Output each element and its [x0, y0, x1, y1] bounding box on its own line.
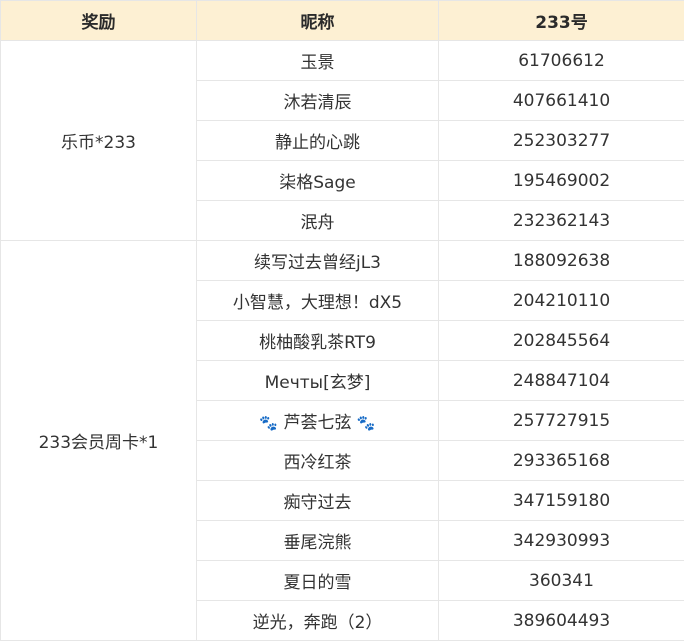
reward-cell: 乐币*233 [0, 40, 197, 241]
id-cell: 389604493 [438, 600, 684, 641]
id-cell: 202845564 [438, 320, 684, 361]
nickname-cell: 痴守过去 [196, 480, 439, 521]
id-cell: 257727915 [438, 400, 684, 441]
nickname-cell: 桃柚酸乳茶RT9 [196, 320, 439, 361]
header-nickname: 昵称 [196, 0, 439, 41]
id-cell: 188092638 [438, 240, 684, 281]
nickname-cell: 玉景 [196, 40, 439, 81]
paw-prints-icon: 🐾 [356, 414, 376, 432]
nickname-cell: 夏日的雪 [196, 560, 439, 601]
nickname-cell: Мечты[玄梦] [196, 360, 439, 401]
table-row: 乐币*233 玉景 61706612 [0, 40, 684, 241]
nickname-cell: 逆光，奔跑（2） [196, 600, 439, 641]
id-cell: 360341 [438, 560, 684, 601]
nickname-cell: 🐾 芦荟七弦 🐾 [196, 400, 439, 441]
nickname-cell: 柒格Sage [196, 160, 439, 201]
id-cell: 407661410 [438, 80, 684, 121]
table-row: 233会员周卡*1 续写过去曾经jL3 188092638 [0, 240, 684, 641]
id-cell: 342930993 [438, 520, 684, 561]
id-cell: 195469002 [438, 160, 684, 201]
id-cell: 347159180 [438, 480, 684, 521]
id-cell: 232362143 [438, 200, 684, 241]
id-cell: 252303277 [438, 120, 684, 161]
header-row: 奖励 昵称 233号 [0, 0, 684, 41]
id-cell: 248847104 [438, 360, 684, 401]
rewards-table: 奖励 昵称 233号 乐币*233 玉景 61706612 沐若清辰 40766… [0, 0, 684, 641]
nickname-cell: 续写过去曾经jL3 [196, 240, 439, 281]
reward-cell: 233会员周卡*1 [0, 240, 197, 641]
nickname-cell: 泯舟 [196, 200, 439, 241]
nickname-cell: 沐若清辰 [196, 80, 439, 121]
nickname-text: 芦荟七弦 [283, 413, 352, 433]
header-233-id: 233号 [438, 0, 684, 41]
nickname-cell: 小智慧，大理想！dX5 [196, 280, 439, 321]
id-cell: 204210110 [438, 280, 684, 321]
paw-prints-icon: 🐾 [259, 414, 279, 432]
header-reward: 奖励 [0, 0, 197, 41]
id-cell: 61706612 [438, 40, 684, 81]
nickname-cell: 垂尾浣熊 [196, 520, 439, 561]
nickname-cell: 西冷红茶 [196, 440, 439, 481]
nickname-cell: 静止的心跳 [196, 120, 439, 161]
id-cell: 293365168 [438, 440, 684, 481]
